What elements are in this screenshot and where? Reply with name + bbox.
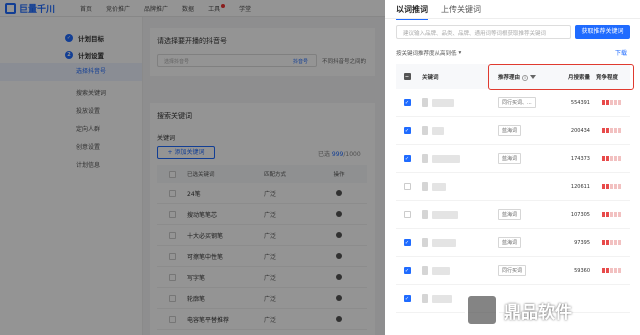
sort-select[interactable]: 按关键词推荐度从高到低 ▾ bbox=[396, 49, 461, 57]
table-row: 120611 bbox=[396, 173, 630, 201]
reason-tag: 蓝海词 bbox=[498, 209, 522, 220]
blurred-keyword bbox=[422, 182, 428, 191]
select-all-checkbox[interactable]: − bbox=[403, 73, 411, 80]
row-checkbox[interactable] bbox=[403, 211, 411, 218]
keyword-recommend-drawer: 以词推词 上传关键词 建议输入品牌、品类、品牌、通用词等词根获取推荐关键词 获取… bbox=[385, 0, 640, 335]
row-checkbox[interactable]: ✓ bbox=[403, 239, 411, 246]
reason-tag: 蓝海词 bbox=[498, 153, 522, 164]
volume-cell: 59360 bbox=[574, 267, 590, 274]
table-row: ✓ 蓝海词 200434 bbox=[396, 117, 630, 145]
recommend-table: − 关键词 推荐理由 i 月搜索量 竞争程度 ✓ 同行买词、... 554391 … bbox=[396, 64, 630, 313]
chevron-down-icon: ▾ bbox=[458, 50, 462, 56]
competition-meter bbox=[596, 128, 630, 133]
reason-tag: 蓝海词 bbox=[498, 125, 522, 136]
table-row: ✓ 同行买词、... 554391 bbox=[396, 89, 630, 117]
reason-tag: 同行买词 bbox=[498, 265, 527, 276]
tabs-divider bbox=[385, 18, 640, 19]
volume-cell: 554391 bbox=[570, 99, 590, 106]
keyword-root-input[interactable]: 建议输入品牌、品类、品牌、通用词等词根获取推荐关键词 bbox=[396, 25, 571, 39]
column-header-keyword: 关键词 bbox=[422, 74, 439, 81]
sort-label: 按关键词推荐度从高到低 bbox=[396, 51, 457, 57]
competition-meter bbox=[596, 156, 630, 161]
blurred-keyword bbox=[422, 266, 428, 275]
blurred-keyword bbox=[422, 98, 428, 107]
watermark: 鼎品软件 bbox=[465, 293, 572, 327]
blurred-keyword bbox=[422, 126, 428, 135]
reason-tag: 同行买词、... bbox=[498, 97, 536, 108]
competition-meter bbox=[596, 184, 630, 189]
volume-cell: 97395 bbox=[574, 239, 590, 246]
row-checkbox[interactable] bbox=[403, 183, 411, 190]
highlight-annotation-box bbox=[488, 64, 634, 90]
table-row: ✓ 同行买词 59360 bbox=[396, 257, 630, 285]
competition-meter bbox=[596, 268, 630, 273]
competition-meter bbox=[596, 240, 630, 245]
row-checkbox[interactable]: ✓ bbox=[403, 155, 411, 162]
reason-tag: 蓝海词 bbox=[498, 237, 522, 248]
competition-meter bbox=[596, 212, 630, 217]
row-checkbox[interactable]: ✓ bbox=[403, 127, 411, 134]
table-row: ✓ 蓝海词 174373 bbox=[396, 145, 630, 173]
volume-cell: 174373 bbox=[570, 155, 590, 162]
table-row: ✓ 蓝海词 97395 bbox=[396, 229, 630, 257]
row-checkbox[interactable]: ✓ bbox=[403, 99, 411, 106]
table-row: 蓝海词 107305 bbox=[396, 201, 630, 229]
row-checkbox[interactable]: ✓ bbox=[403, 295, 411, 302]
volume-cell: 107305 bbox=[570, 211, 590, 218]
fetch-recommend-button[interactable]: 获取推荐关键词 bbox=[575, 25, 630, 39]
blurred-keyword bbox=[422, 294, 428, 303]
competition-meter bbox=[596, 100, 630, 105]
blurred-keyword bbox=[422, 154, 428, 163]
blurred-keyword bbox=[422, 210, 428, 219]
watermark-logo-icon bbox=[465, 293, 499, 327]
volume-cell: 120611 bbox=[570, 183, 590, 190]
volume-cell: 200434 bbox=[570, 127, 590, 134]
watermark-text: 鼎品软件 bbox=[504, 302, 572, 323]
blurred-keyword bbox=[422, 238, 428, 247]
modal-overlay[interactable] bbox=[0, 0, 385, 335]
row-checkbox[interactable]: ✓ bbox=[403, 267, 411, 274]
download-link[interactable]: 下载 bbox=[615, 48, 627, 57]
